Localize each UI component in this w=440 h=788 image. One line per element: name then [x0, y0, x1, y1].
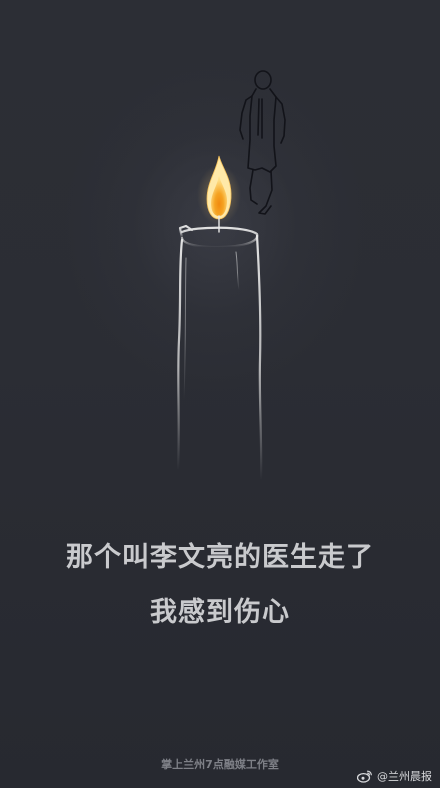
weibo-logo-icon	[357, 770, 372, 783]
illustration	[176, 70, 286, 482]
candle-icon	[176, 224, 263, 482]
headline-line-2: 我感到伤心	[150, 597, 290, 628]
weibo-account-name: @兰州晨报	[377, 770, 432, 783]
walking-figure-icon	[239, 70, 286, 215]
weibo-watermark: @兰州晨报	[357, 768, 432, 784]
mourning-poster: 那个叫李文亮的医生走了 我感到伤心 掌上兰州7点融媒工作室 @兰州晨报	[0, 0, 440, 788]
headline-line-1: 那个叫李文亮的医生走了	[66, 542, 374, 573]
